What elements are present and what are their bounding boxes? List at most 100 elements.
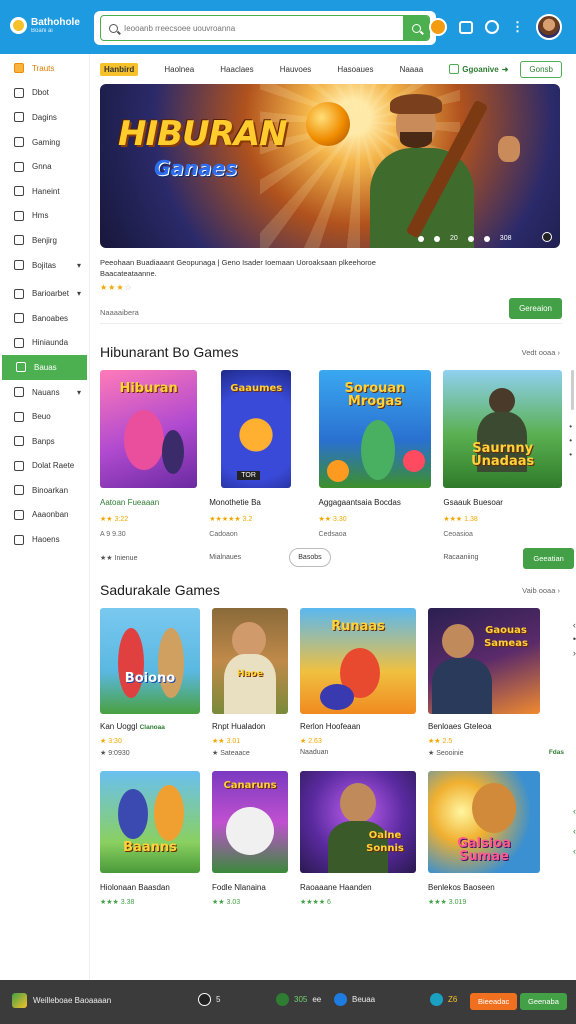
sidebar-item-hiniaunda[interactable]: Hiniaunda <box>0 331 89 356</box>
user-avatar[interactable] <box>536 14 562 40</box>
sidebar-item-dolat-raete[interactable]: Dolat Raete <box>0 454 89 479</box>
bottom-green-button[interactable]: Geenaba <box>520 993 567 1010</box>
game-title[interactable]: Raoaaane Haanden <box>300 883 416 892</box>
sidebar-item-binoarkan[interactable]: Binoarkan <box>0 478 89 503</box>
game-title[interactable]: Aggagaantsaia Bocdas <box>319 498 432 507</box>
coins-icon[interactable] <box>429 18 447 36</box>
game-thumbnail[interactable]: Canaruns <box>212 771 288 873</box>
bottom-score-value: 305 <box>294 995 308 1004</box>
game-title[interactable]: Hiolonaan Baasdan <box>100 883 200 892</box>
game-card[interactable]: Baanns Hiolonaan Baasdan ★★★ 3.38 <box>100 771 200 906</box>
sidebar-item-banoabes[interactable]: Banoabes <box>0 306 89 331</box>
view-all-link[interactable]: Vaib ooaa › <box>522 586 560 595</box>
game-thumbnail[interactable]: Haoe <box>212 608 288 714</box>
carousel-dot[interactable] <box>467 235 474 242</box>
game-card[interactable]: Haoe Rnpt Hualadon ★★ 3.01 ★ Sateaace <box>212 608 288 757</box>
tab-2[interactable]: Haolnea <box>164 65 194 74</box>
game-thumbnail[interactable]: Oalne Sonnis <box>300 771 416 873</box>
app-logo[interactable]: Bathohole Boani ai <box>10 17 80 34</box>
bottom-score[interactable]: 305 ee <box>276 993 321 1006</box>
game-title[interactable]: Fodle Nlanaina <box>212 883 288 892</box>
cart-icon[interactable] <box>459 20 473 34</box>
game-thumbnail[interactable]: Gaaumes TOR <box>221 370 292 488</box>
tab-more-label: Ggoanive <box>462 64 499 74</box>
tab-featured[interactable]: Hanbird <box>100 62 139 76</box>
view-all-link[interactable]: Vedt ooaa › <box>522 348 560 357</box>
game-card[interactable]: Canaruns Fodle Nlanaina ★★ 3.03 <box>212 771 288 906</box>
sidebar-item-benjirg[interactable]: Benjirg <box>0 228 89 253</box>
game-title[interactable]: Monothetie Ba <box>209 498 306 507</box>
game-card[interactable]: Boiono Kan Uoggl Clanoaa ★ 3:30 ★ 9:0930 <box>100 608 200 757</box>
sidebar-item-trends[interactable]: Trauts <box>0 56 89 81</box>
sidebar: Trauts Dbot Dagins Gaming Gnna Haneint H… <box>0 54 90 980</box>
rating-stars-empty: ☆ <box>124 283 133 292</box>
game-title[interactable]: Kan Uoggl Clanoaa <box>100 722 200 731</box>
game-thumbnail[interactable]: Galsioa Sumae <box>428 771 540 873</box>
sidebar-item-nauans[interactable]: Nauans ▾ <box>0 380 89 405</box>
game-play-button[interactable]: Geeatian <box>523 548 574 569</box>
game-thumbnail[interactable]: Boiono <box>100 608 200 714</box>
game-title[interactable]: Rerlon Hoofeaan <box>300 722 416 731</box>
search-input[interactable] <box>124 23 394 33</box>
thumbnail-title: Gaaumes <box>230 383 283 394</box>
tab-6[interactable]: Naaaa <box>400 65 424 74</box>
game-thumbnail[interactable]: Baanns <box>100 771 200 873</box>
thumbnail-title: Oalne Sonnis <box>366 830 404 854</box>
sidebar-item-gnna[interactable]: Gnna <box>0 154 89 179</box>
sidebar-item-dbot[interactable]: Dbot <box>0 81 89 106</box>
sidebar-item-haoens[interactable]: Haoens <box>0 527 89 552</box>
game-thumbnail[interactable]: Sorouan Mrogas <box>318 370 432 488</box>
game-card[interactable]: Sorouan Mrogas Aggagaantsaia Bocdas ★★ 3… <box>318 370 432 570</box>
game-card[interactable]: Gaaumes TOR Monothetie Ba ★★★★★ 3.2 Cado… <box>209 370 331 570</box>
game-title[interactable]: Gsaauk Buesoar <box>443 498 562 507</box>
game-thumbnail[interactable]: Gaouas Sameas <box>428 608 540 714</box>
hero-action-button[interactable]: Gereaion <box>509 298 562 319</box>
app-subtitle: Boani ai <box>31 28 53 34</box>
hero-close-icon[interactable] <box>542 232 552 242</box>
sidebar-item-dagins[interactable]: Dagins <box>0 105 89 130</box>
game-card[interactable]: Hiburan Aatoan Fueaaan ★★ 3:22 A 9 9.30 … <box>100 370 198 570</box>
game-thumbnail[interactable]: Hiburan <box>100 370 198 488</box>
expand-icon <box>449 64 460 74</box>
sidebar-item-beuo[interactable]: Beuo <box>0 404 89 429</box>
search-container <box>94 11 436 45</box>
bottom-orange-button[interactable]: Bieeadac <box>470 993 518 1010</box>
bottom-count[interactable]: 5 <box>198 993 220 1006</box>
bottom-coins[interactable]: Z6 <box>430 993 457 1006</box>
chat-icon[interactable] <box>485 20 499 34</box>
bottom-app-info[interactable]: Weilleboae Baoaaaan <box>12 993 111 1008</box>
sidebar-item-aaaonban[interactable]: Aaaonban <box>0 503 89 528</box>
game-title[interactable]: Benlekos Baoseen <box>428 883 540 892</box>
sidebar-item-banps[interactable]: Banps <box>0 429 89 454</box>
game-card[interactable]: Runaas Rerlon Hoofeaan ★ 2.63 Naaduan <box>300 608 416 757</box>
carousel-dot[interactable] <box>418 235 424 242</box>
search-button[interactable] <box>403 16 429 40</box>
game-thumbnail[interactable]: Runaas <box>300 608 416 714</box>
more-vertical-icon[interactable]: ⋮ <box>511 20 524 34</box>
bottom-status[interactable]: Beuaa <box>334 993 375 1006</box>
carousel-dot[interactable] <box>483 235 490 242</box>
sidebar-item-haneint[interactable]: Haneint <box>0 179 89 204</box>
sidebar-item-hms[interactable]: Hms <box>0 204 89 229</box>
sidebar-item-bauas[interactable]: Bauas <box>2 355 87 380</box>
hero-banner[interactable]: HIBURAN Ganaes 20 308 <box>100 84 560 248</box>
game-card[interactable]: Saurnny Unadaas Gsaauk Buesoar ★★★ 1.38 … <box>443 370 574 570</box>
tab-3[interactable]: Haaclaes <box>220 65 253 74</box>
sidebar-item-bojitas[interactable]: Bojitas ▾ <box>0 253 89 278</box>
game-card[interactable]: Galsioa Sumae Benlekos Baoseen ★★★ 3.019 <box>428 771 540 906</box>
game-card[interactable]: Oalne Sonnis Raoaaane Haanden ★★★★ 6 <box>300 771 416 906</box>
game-thumbnail[interactable]: Saurnny Unadaas <box>443 370 563 488</box>
sidebar-item-gaming[interactable]: Gaming <box>0 130 89 155</box>
main-content: Hanbird Haolnea Haaclaes Hauvoes Hasoaue… <box>100 54 576 906</box>
tabs-action-button[interactable]: Gonsb <box>520 60 562 78</box>
game-title[interactable]: Rnpt Hualadon <box>212 722 288 731</box>
folder-icon <box>14 288 24 299</box>
tab-4[interactable]: Hauvoes <box>280 65 312 74</box>
tab-more[interactable]: Ggoanive ➜ <box>449 64 508 74</box>
game-title[interactable]: Benloaes Gteleoa <box>428 722 540 731</box>
sidebar-item-barioarbet[interactable]: Barioarbet ▾ <box>0 281 89 306</box>
game-title[interactable]: Aatoan Fueaaan <box>100 498 197 507</box>
tab-5[interactable]: Hasoaues <box>337 65 373 74</box>
carousel-dot[interactable] <box>434 235 440 242</box>
game-card[interactable]: Gaouas Sameas Benloaes Gteleoa ★★ 2.5 ★ … <box>428 608 564 757</box>
